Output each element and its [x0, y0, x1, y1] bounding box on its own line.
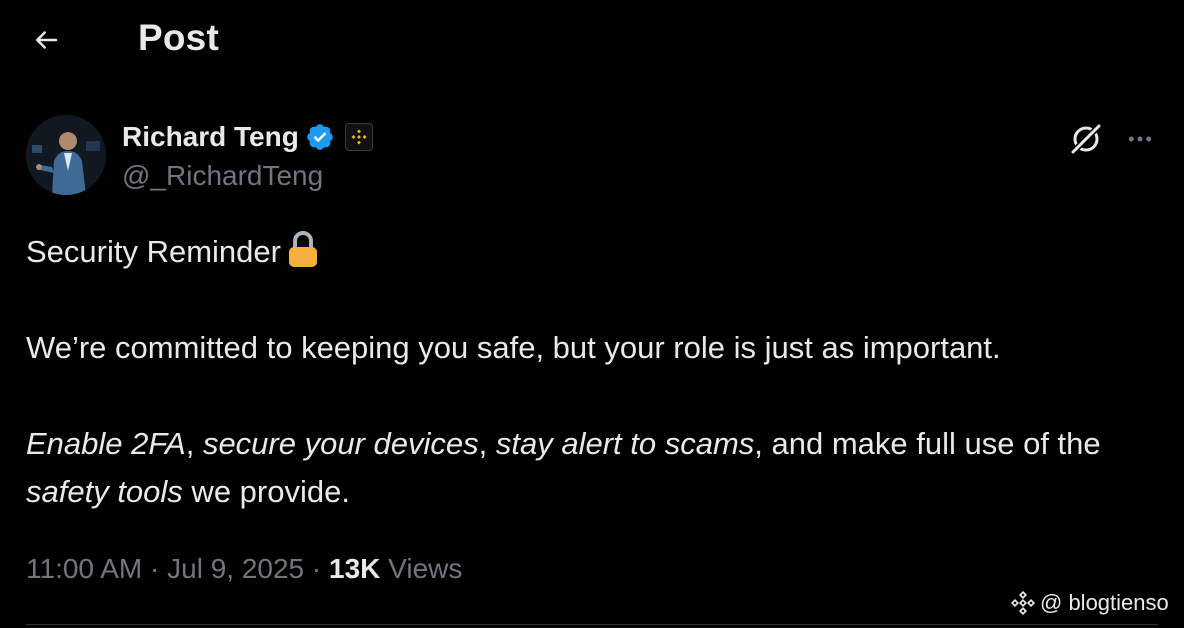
tweet-date[interactable]: Jul 9, 2025 — [167, 553, 304, 584]
back-button[interactable] — [22, 18, 70, 62]
views-count: 13K — [329, 553, 381, 584]
binance-logo-icon — [351, 129, 367, 145]
tweet-meta: 11:00 AM · Jul 9, 2025 · 13K Views — [26, 553, 462, 585]
tweet-text-sep-3: , and make full use of the — [754, 426, 1101, 461]
tweet-text: Security Reminder We’re committed to kee… — [26, 228, 1156, 516]
tweet-italic-4: safety tools — [26, 474, 183, 509]
avatar[interactable] — [26, 115, 106, 195]
author-display-name[interactable]: Richard Teng — [122, 121, 299, 153]
tweet-italic-2: secure your devices — [202, 426, 479, 461]
top-bar: Post — [0, 0, 1184, 80]
tweet-line-3: Enable 2FA, secure your devices, stay al… — [26, 420, 1156, 516]
tweet-italic-3: stay alert to scams — [495, 426, 755, 461]
lock-icon — [288, 231, 317, 267]
grok-icon — [1069, 122, 1103, 156]
more-horizontal-icon — [1128, 136, 1152, 142]
tweet-line-1-text: Security Reminder — [26, 234, 281, 269]
divider — [26, 624, 1158, 625]
author-handle[interactable]: @_RichardTeng — [122, 160, 323, 192]
tweet-line-2: We’re committed to keeping you safe, but… — [26, 330, 1001, 365]
tweet-time[interactable]: 11:00 AM — [26, 553, 142, 584]
arrow-left-icon — [36, 31, 58, 49]
watermark: @ blogtienso — [1010, 588, 1169, 618]
watermark-text: @ blogtienso — [1040, 590, 1169, 615]
tweet-italic-1: Enable 2FA — [26, 426, 186, 461]
page-title: Post — [138, 17, 219, 58]
tweet-text-sep-4: we provide. — [182, 474, 350, 509]
views-label: Views — [388, 553, 463, 584]
affiliate-badge[interactable] — [344, 123, 373, 151]
meta-separator: · — [311, 553, 322, 584]
avatar-image — [26, 115, 106, 195]
tweet-text-sep-1: , — [185, 426, 203, 461]
binance-logo-icon — [1010, 590, 1036, 616]
more-options-button[interactable] — [1118, 117, 1162, 161]
author-name-row: Richard Teng — [122, 118, 373, 156]
tweet-text-sep-2: , — [478, 426, 496, 461]
meta-separator: · — [150, 553, 160, 584]
verified-badge-icon[interactable] — [305, 122, 335, 152]
grok-button[interactable] — [1064, 117, 1108, 161]
tweet-line-1: Security Reminder — [26, 228, 1156, 276]
